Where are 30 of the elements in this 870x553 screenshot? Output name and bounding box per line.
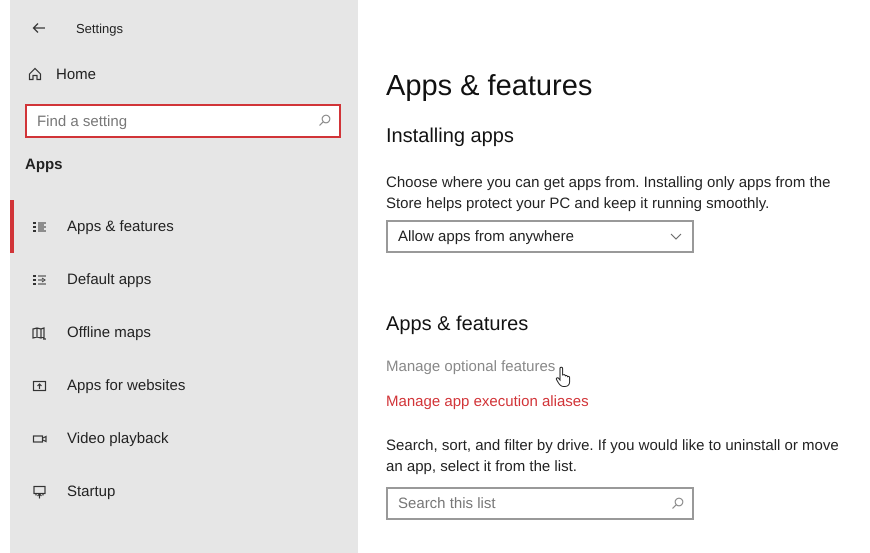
search-icon [318, 114, 331, 127]
section-heading: Apps [24, 155, 64, 175]
home-link[interactable]: Home [10, 56, 358, 92]
hand-cursor-icon [555, 366, 572, 388]
home-icon [28, 67, 42, 81]
section-heading: Apps & features [386, 313, 530, 336]
dropdown[interactable]: Allow apps from anywhere [386, 220, 694, 253]
nav-icon [32, 272, 47, 286]
sidebar-item[interactable]: Offline maps [10, 306, 358, 359]
sidebar-item[interactable]: Default apps [10, 253, 358, 306]
sidebar-item[interactable]: Startup [10, 465, 358, 518]
chevron-down-icon [670, 233, 682, 240]
nav-icon [32, 326, 47, 340]
sidebar-item[interactable]: Video playback [10, 412, 358, 465]
link[interactable]: Manage optional features [386, 358, 556, 375]
nav-icon [32, 378, 47, 392]
description: Search, sort, and filter by drive. If you would like to uninstall or move an app, select it from the list. [386, 436, 840, 477]
back-arrow-icon[interactable] [32, 22, 46, 34]
search-field[interactable]: Find a setting [25, 104, 341, 138]
description: Choose where you can get apps from. Installing only apps from the Store helps protect your PC and keep it running smoothly. [386, 173, 832, 214]
nav-icon [32, 484, 47, 498]
sidebar-item[interactable]: Apps for websites [10, 359, 358, 412]
search-icon [671, 497, 684, 510]
search-field[interactable]: Search this list [386, 487, 694, 520]
section-heading: Installing apps [386, 125, 515, 148]
page-title: Apps & features [386, 70, 594, 103]
window-title: Settings [76, 20, 123, 36]
nav-icon [32, 220, 47, 234]
sidebar-item[interactable]: Apps & features [10, 200, 358, 253]
link[interactable]: Manage app execution aliases [386, 393, 589, 410]
